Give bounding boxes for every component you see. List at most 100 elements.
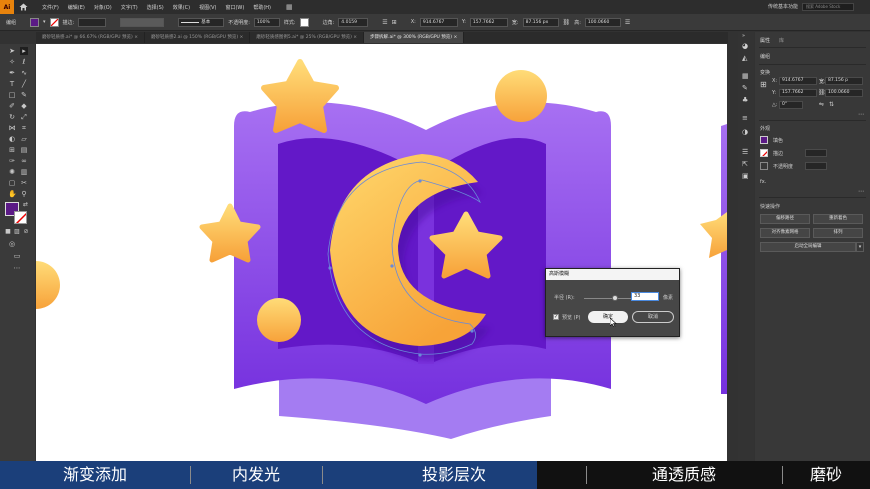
line-tool-icon[interactable]: ╱: [20, 80, 28, 88]
brush-profile-select[interactable]: 基本: [178, 17, 225, 27]
layers-icon[interactable]: ☰: [742, 148, 748, 156]
direct-selection-tool-icon[interactable]: ▸: [20, 47, 28, 55]
transparency-icon[interactable]: ◑: [742, 128, 748, 136]
stroke-panel-icon[interactable]: ≡: [742, 114, 748, 122]
stroke-weight-field[interactable]: [805, 149, 827, 157]
anchor-point[interactable]: [470, 329, 474, 333]
symbols-icon[interactable]: ♣: [742, 96, 748, 104]
more-options-icon[interactable]: ⋯: [858, 188, 864, 195]
color-guide-icon[interactable]: ◭: [742, 54, 747, 62]
type-tool-icon[interactable]: T: [8, 80, 16, 88]
gradient-mode-icon[interactable]: ▨: [13, 228, 21, 236]
more-options-icon[interactable]: ⋯: [858, 111, 864, 118]
preview-checkbox[interactable]: ✓: [553, 314, 559, 320]
opacity-field[interactable]: 100%: [253, 17, 280, 27]
height-field[interactable]: 100.0660: [584, 17, 621, 27]
menu-window[interactable]: 窗口(W): [225, 4, 244, 11]
menu-file[interactable]: 文件(F): [42, 4, 59, 11]
color-mode-icon[interactable]: ■: [4, 228, 12, 236]
arrange-documents-icon[interactable]: ▦: [286, 3, 293, 11]
tab-document-2[interactable]: 磨砂轻质感2.ai @ 150% (RGB/GPU 预览) ×: [145, 32, 251, 43]
none-mode-icon[interactable]: ⊘: [22, 228, 30, 236]
menu-object[interactable]: 对象(O): [94, 4, 112, 11]
menu-type[interactable]: 文字(T): [121, 4, 138, 11]
menu-icon[interactable]: ☰: [625, 19, 630, 26]
opacity-swatch[interactable]: [760, 162, 768, 170]
ok-button[interactable]: 确定: [588, 311, 628, 323]
y-field[interactable]: 157.7662: [469, 17, 508, 27]
recolor-button[interactable]: 重新着色: [813, 214, 863, 224]
angle-field[interactable]: 0°: [779, 101, 803, 109]
workspace-switcher[interactable]: 传统基本功能: [768, 3, 798, 10]
artboard-tool-icon[interactable]: ▢: [8, 179, 16, 187]
pen-tool-icon[interactable]: ✒: [8, 69, 16, 77]
blend-tool-icon[interactable]: ∞: [20, 157, 28, 165]
flip-vertical-icon[interactable]: ⇅: [829, 101, 834, 108]
curvature-tool-icon[interactable]: ∿: [20, 69, 28, 77]
paintbrush-tool-icon[interactable]: ✎: [20, 91, 28, 99]
artboards-icon[interactable]: ▣: [742, 172, 749, 180]
swatches-icon[interactable]: ▦: [742, 72, 749, 80]
anchor-point[interactable]: [418, 353, 422, 357]
reference-point-icon[interactable]: ⊞: [760, 80, 767, 89]
eraser-tool-icon[interactable]: ◆: [20, 102, 28, 110]
link-icon[interactable]: ⛓: [563, 19, 571, 26]
draw-mode-icon[interactable]: ◎: [8, 240, 16, 248]
hand-tool-icon[interactable]: ✋: [8, 190, 17, 198]
align-icon[interactable]: ☰: [382, 19, 387, 26]
fill-swatch[interactable]: [30, 17, 40, 27]
menu-help[interactable]: 帮助(H): [253, 4, 271, 11]
perspective-grid-tool-icon[interactable]: ▱: [20, 135, 28, 143]
width-tool-icon[interactable]: ⋈: [8, 124, 16, 132]
artboard-canvas[interactable]: [36, 44, 727, 461]
asset-export-icon[interactable]: ⇱: [742, 160, 748, 168]
corner-field[interactable]: 4.0159: [338, 17, 369, 27]
tab-document-1[interactable]: 磨砂轻质感.ai* @ 66.67% (RGB/GPU 预览) ×: [36, 32, 145, 43]
stock-search-input[interactable]: 搜索 Adobe Stock: [802, 3, 854, 11]
scale-tool-icon[interactable]: ⤢: [20, 113, 28, 121]
fx-button[interactable]: fx.: [760, 179, 766, 185]
edit-toolbar-icon[interactable]: ⋯: [13, 264, 21, 272]
eyedropper-tool-icon[interactable]: ✑: [8, 157, 16, 165]
screen-mode-icon[interactable]: ▭: [13, 252, 21, 260]
x-field[interactable]: 914.6767: [419, 17, 458, 27]
y-field[interactable]: 157.7662: [779, 89, 817, 97]
stroke-swatch[interactable]: [49, 17, 59, 27]
rotate-tool-icon[interactable]: ↻: [8, 113, 16, 121]
stroke-weight-field[interactable]: [78, 17, 107, 27]
mesh-tool-icon[interactable]: ⊞: [8, 146, 16, 154]
menu-select[interactable]: 选择(S): [147, 4, 164, 11]
appearance-fill-swatch[interactable]: [760, 136, 768, 144]
anchor-point[interactable]: [328, 266, 332, 270]
width-field[interactable]: 87.156 p: [825, 77, 863, 85]
radius-slider[interactable]: [584, 295, 634, 301]
collapse-icon[interactable]: »: [742, 33, 745, 39]
chevron-down-icon[interactable]: ▾: [43, 19, 46, 25]
menu-edit[interactable]: 编辑(E): [68, 4, 85, 11]
graph-tool-icon[interactable]: ▥: [20, 168, 28, 176]
variable-width-field[interactable]: [120, 17, 165, 27]
home-icon[interactable]: [18, 2, 28, 12]
swap-colors-icon[interactable]: ⇄: [23, 201, 28, 208]
transform-icon[interactable]: ⊞: [392, 19, 397, 26]
zoom-tool-icon[interactable]: ⚲: [20, 190, 28, 198]
selection-tool-icon[interactable]: ➤: [8, 47, 16, 55]
slice-tool-icon[interactable]: ✂: [20, 179, 28, 187]
stroke-swatch-large[interactable]: [14, 211, 27, 224]
magic-wand-tool-icon[interactable]: ✧: [8, 58, 16, 66]
tab-document-4[interactable]: 步骤拆解.ai* @ 300% (RGB/GPU 预览) ×: [364, 32, 465, 43]
global-edit-dropdown[interactable]: ▾: [856, 242, 864, 252]
tab-properties[interactable]: 属性: [760, 37, 770, 44]
radius-input[interactable]: 33: [631, 292, 659, 301]
offset-path-button[interactable]: 偏移路径: [760, 214, 810, 224]
x-field[interactable]: 914.6767: [779, 77, 817, 85]
tab-libraries[interactable]: 库: [779, 37, 784, 44]
anchor-point[interactable]: [390, 264, 394, 268]
graphic-style-swatch[interactable]: [299, 17, 309, 27]
align-pixel-grid-button[interactable]: 对齐像素网格: [760, 228, 810, 238]
brushes-icon[interactable]: ✎: [742, 84, 748, 92]
flip-horizontal-icon[interactable]: ⇋: [819, 101, 824, 108]
radius-slider-thumb[interactable]: [612, 295, 618, 301]
gradient-tool-icon[interactable]: ▤: [20, 146, 28, 154]
symbol-sprayer-tool-icon[interactable]: ✺: [8, 168, 16, 176]
